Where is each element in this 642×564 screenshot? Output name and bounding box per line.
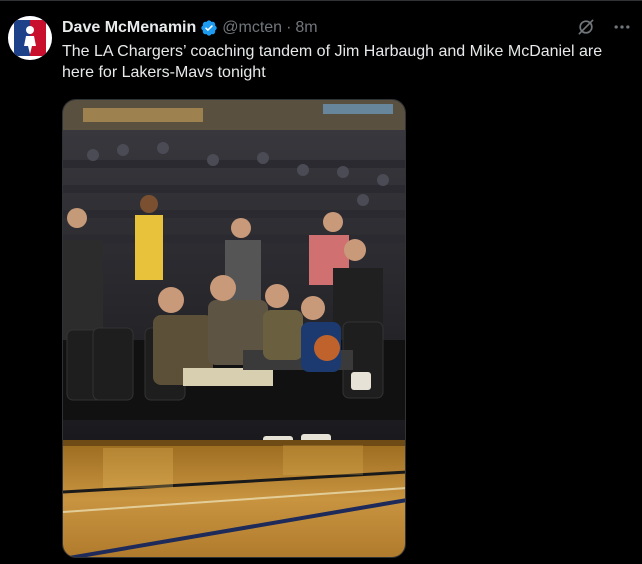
author-avatar[interactable] [8, 16, 52, 60]
nba-logo-avatar-icon [8, 16, 52, 60]
tweet-card: Dave McMenamin @mcten · 8m The LA Charge [0, 0, 642, 564]
separator-dot: · [286, 19, 292, 36]
courtside-photo [63, 100, 405, 557]
tweet-timestamp[interactable]: 8m [295, 19, 317, 37]
tweet-photo[interactable] [62, 99, 406, 558]
grok-icon[interactable] [576, 17, 596, 37]
tweet-actions [576, 17, 632, 37]
tweet-text: The LA Chargers’ coaching tandem of Jim … [62, 43, 603, 81]
tweet-header: Dave McMenamin @mcten · 8m [62, 17, 572, 39]
author-handle[interactable]: @mcten [222, 19, 282, 37]
verified-badge-icon [200, 19, 218, 37]
author-name[interactable]: Dave McMenamin [62, 19, 196, 37]
more-icon[interactable] [612, 17, 632, 37]
